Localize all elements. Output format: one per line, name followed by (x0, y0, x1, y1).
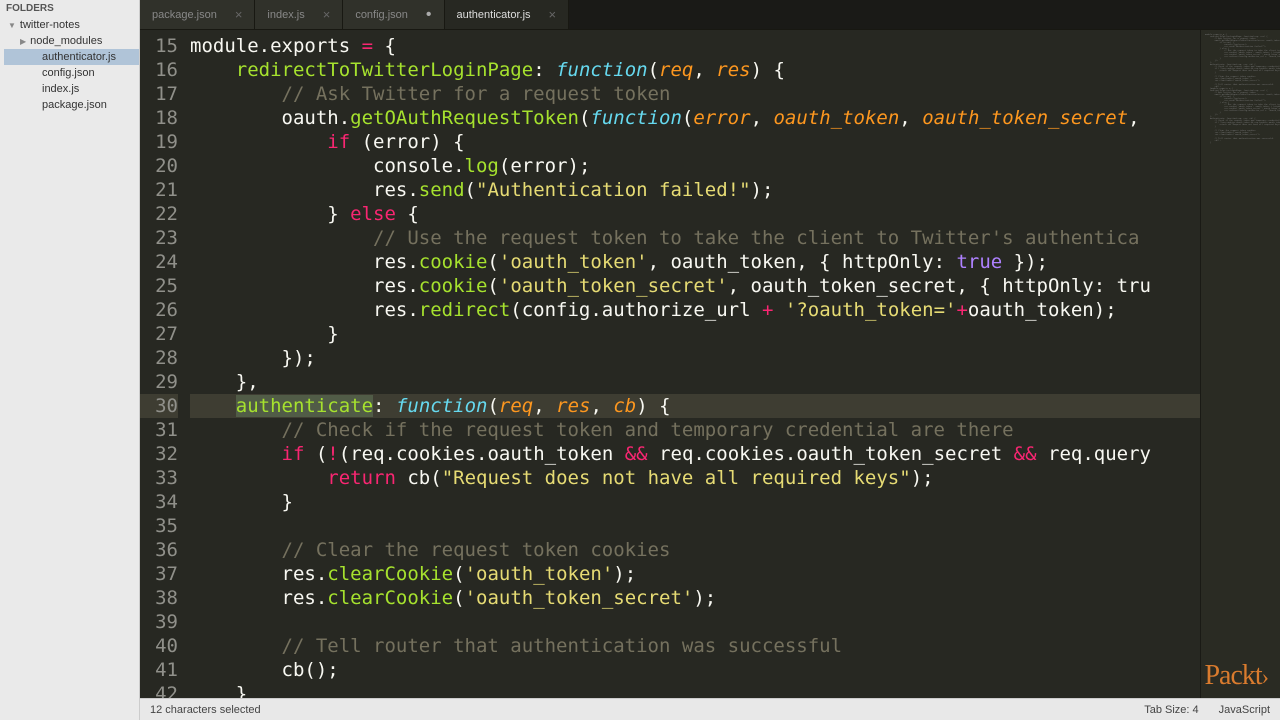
tab-label: authenticator.js (457, 9, 531, 21)
file-index[interactable]: index.js (4, 81, 139, 97)
status-selection: 12 characters selected (150, 704, 261, 716)
line-gutter: 1516171819202122232425262728293031323334… (140, 30, 190, 698)
file-config[interactable]: config.json (4, 65, 139, 81)
tab-label: config.json (355, 9, 408, 21)
status-language[interactable]: JavaScript (1219, 704, 1270, 716)
tab-label: package.json (152, 9, 217, 21)
packt-logo: Packt› (1204, 660, 1268, 692)
editor[interactable]: 1516171819202122232425262728293031323334… (140, 30, 1280, 698)
tab-index-js[interactable]: index.js × (255, 0, 343, 29)
sidebar-header: FOLDERS (0, 0, 139, 17)
code-area[interactable]: module.exports = { redirectToTwitterLogi… (190, 30, 1200, 698)
tab-label: index.js (267, 9, 304, 21)
status-bar: 12 characters selected Tab Size: 4 JavaS… (140, 698, 1280, 720)
file-package[interactable]: package.json (4, 97, 139, 113)
file-authenticator[interactable]: authenticator.js (4, 49, 139, 65)
tab-authenticator-js[interactable]: authenticator.js × (445, 0, 570, 29)
close-icon[interactable]: × (549, 7, 557, 22)
status-tab-size[interactable]: Tab Size: 4 (1144, 704, 1198, 716)
folder-root[interactable]: twitter-notes (4, 17, 139, 33)
close-icon[interactable]: × (235, 7, 243, 22)
close-icon[interactable]: × (323, 7, 331, 22)
tab-package-json[interactable]: package.json × (140, 0, 255, 29)
minimap[interactable]: module.exports = { redirectToTwitterLogi… (1200, 30, 1280, 698)
folder-sidebar: FOLDERS twitter-notes node_modules authe… (0, 0, 140, 720)
folder-node-modules[interactable]: node_modules (4, 33, 139, 49)
minimap-content: module.exports = { redirectToTwitterLogi… (1201, 30, 1280, 148)
tab-config-json[interactable]: config.json • (343, 0, 444, 29)
tab-bar: package.json × index.js × config.json • … (140, 0, 1280, 30)
